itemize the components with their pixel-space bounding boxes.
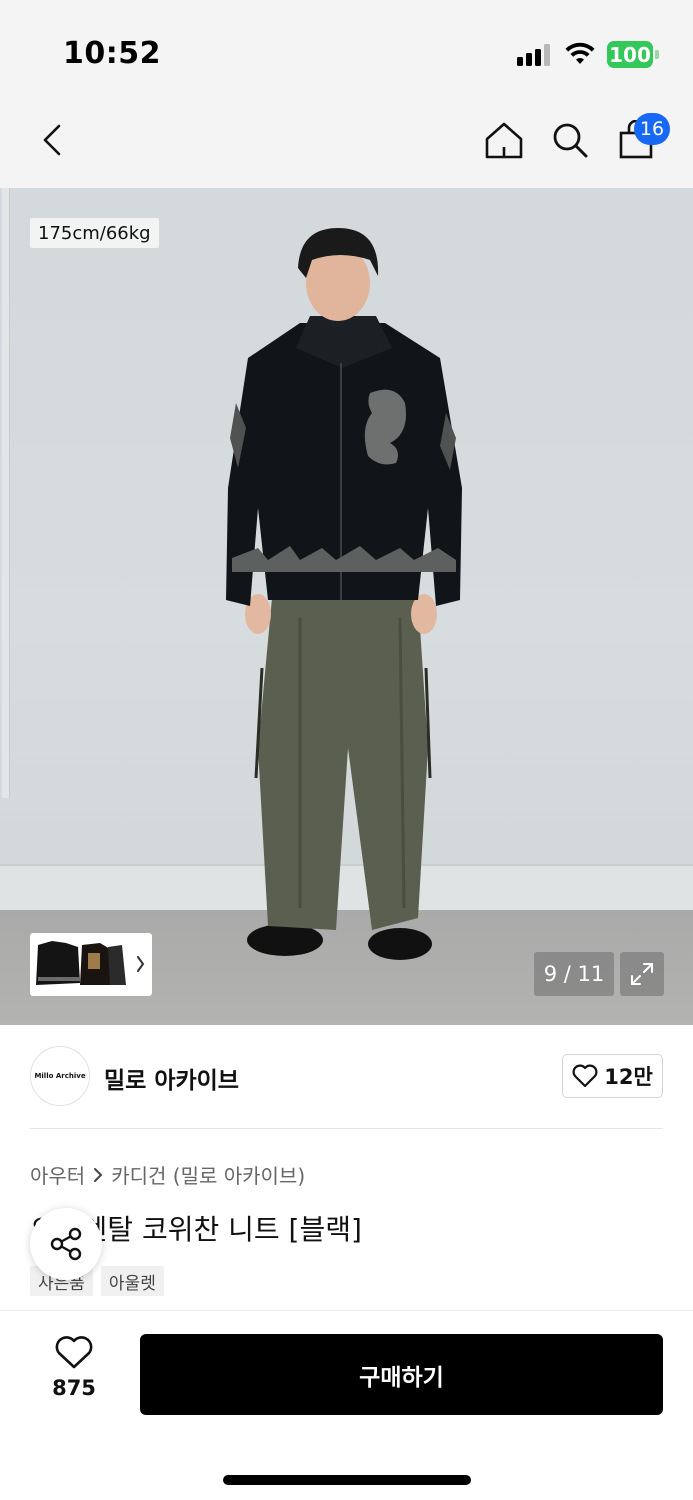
- brand-like-count: 12만: [604, 1065, 653, 1089]
- home-icon[interactable]: [482, 118, 526, 162]
- chevron-right-icon: [94, 1167, 103, 1182]
- brand-like-button[interactable]: 12만: [562, 1054, 663, 1098]
- brand-name[interactable]: 밀로 아카이브: [104, 1061, 239, 1095]
- status-bar: 10:52 100: [0, 0, 693, 100]
- photo-counter: 9 / 11: [534, 952, 614, 996]
- cart-count-badge: 16: [634, 113, 670, 145]
- wishlist-count: 875: [52, 1376, 96, 1400]
- breadcrumb-subcategory[interactable]: 카디건 (밀로 아카이브): [111, 1160, 305, 1189]
- share-icon[interactable]: [30, 1208, 102, 1280]
- battery-level: 100: [607, 41, 653, 68]
- model-size-tag: 175cm/66kg: [30, 218, 159, 248]
- wifi-icon: [565, 42, 595, 64]
- buy-button[interactable]: 구매하기: [140, 1334, 663, 1415]
- back-arrow-icon[interactable]: [30, 118, 74, 162]
- wishlist-button[interactable]: 875: [38, 1336, 110, 1416]
- status-time: 10:52: [63, 36, 161, 71]
- heart-outline-icon: [572, 1064, 598, 1088]
- signal-icon: [517, 44, 553, 66]
- chevron-right-icon: [137, 956, 145, 972]
- brand-row[interactable]: Millo Archive 밀로 아카이브 12만: [30, 1046, 663, 1108]
- battery-icon: 100: [607, 41, 659, 68]
- breadcrumb: 아우터 카디건 (밀로 아카이브): [30, 1160, 305, 1189]
- heart-icon: [55, 1336, 93, 1369]
- brand-logo[interactable]: Millo Archive: [30, 1046, 90, 1106]
- home-indicator[interactable]: [223, 1475, 471, 1485]
- divider: [30, 1128, 663, 1129]
- search-icon[interactable]: [548, 118, 592, 162]
- model-figure: [226, 228, 462, 960]
- expand-icon[interactable]: [620, 952, 664, 996]
- thumbnail-strip[interactable]: [30, 933, 152, 996]
- tag-outlet: 아울렛: [100, 1266, 164, 1296]
- product-photo[interactable]: [0, 188, 693, 1025]
- breadcrumb-category[interactable]: 아우터: [30, 1160, 85, 1189]
- top-navigation: [0, 100, 693, 188]
